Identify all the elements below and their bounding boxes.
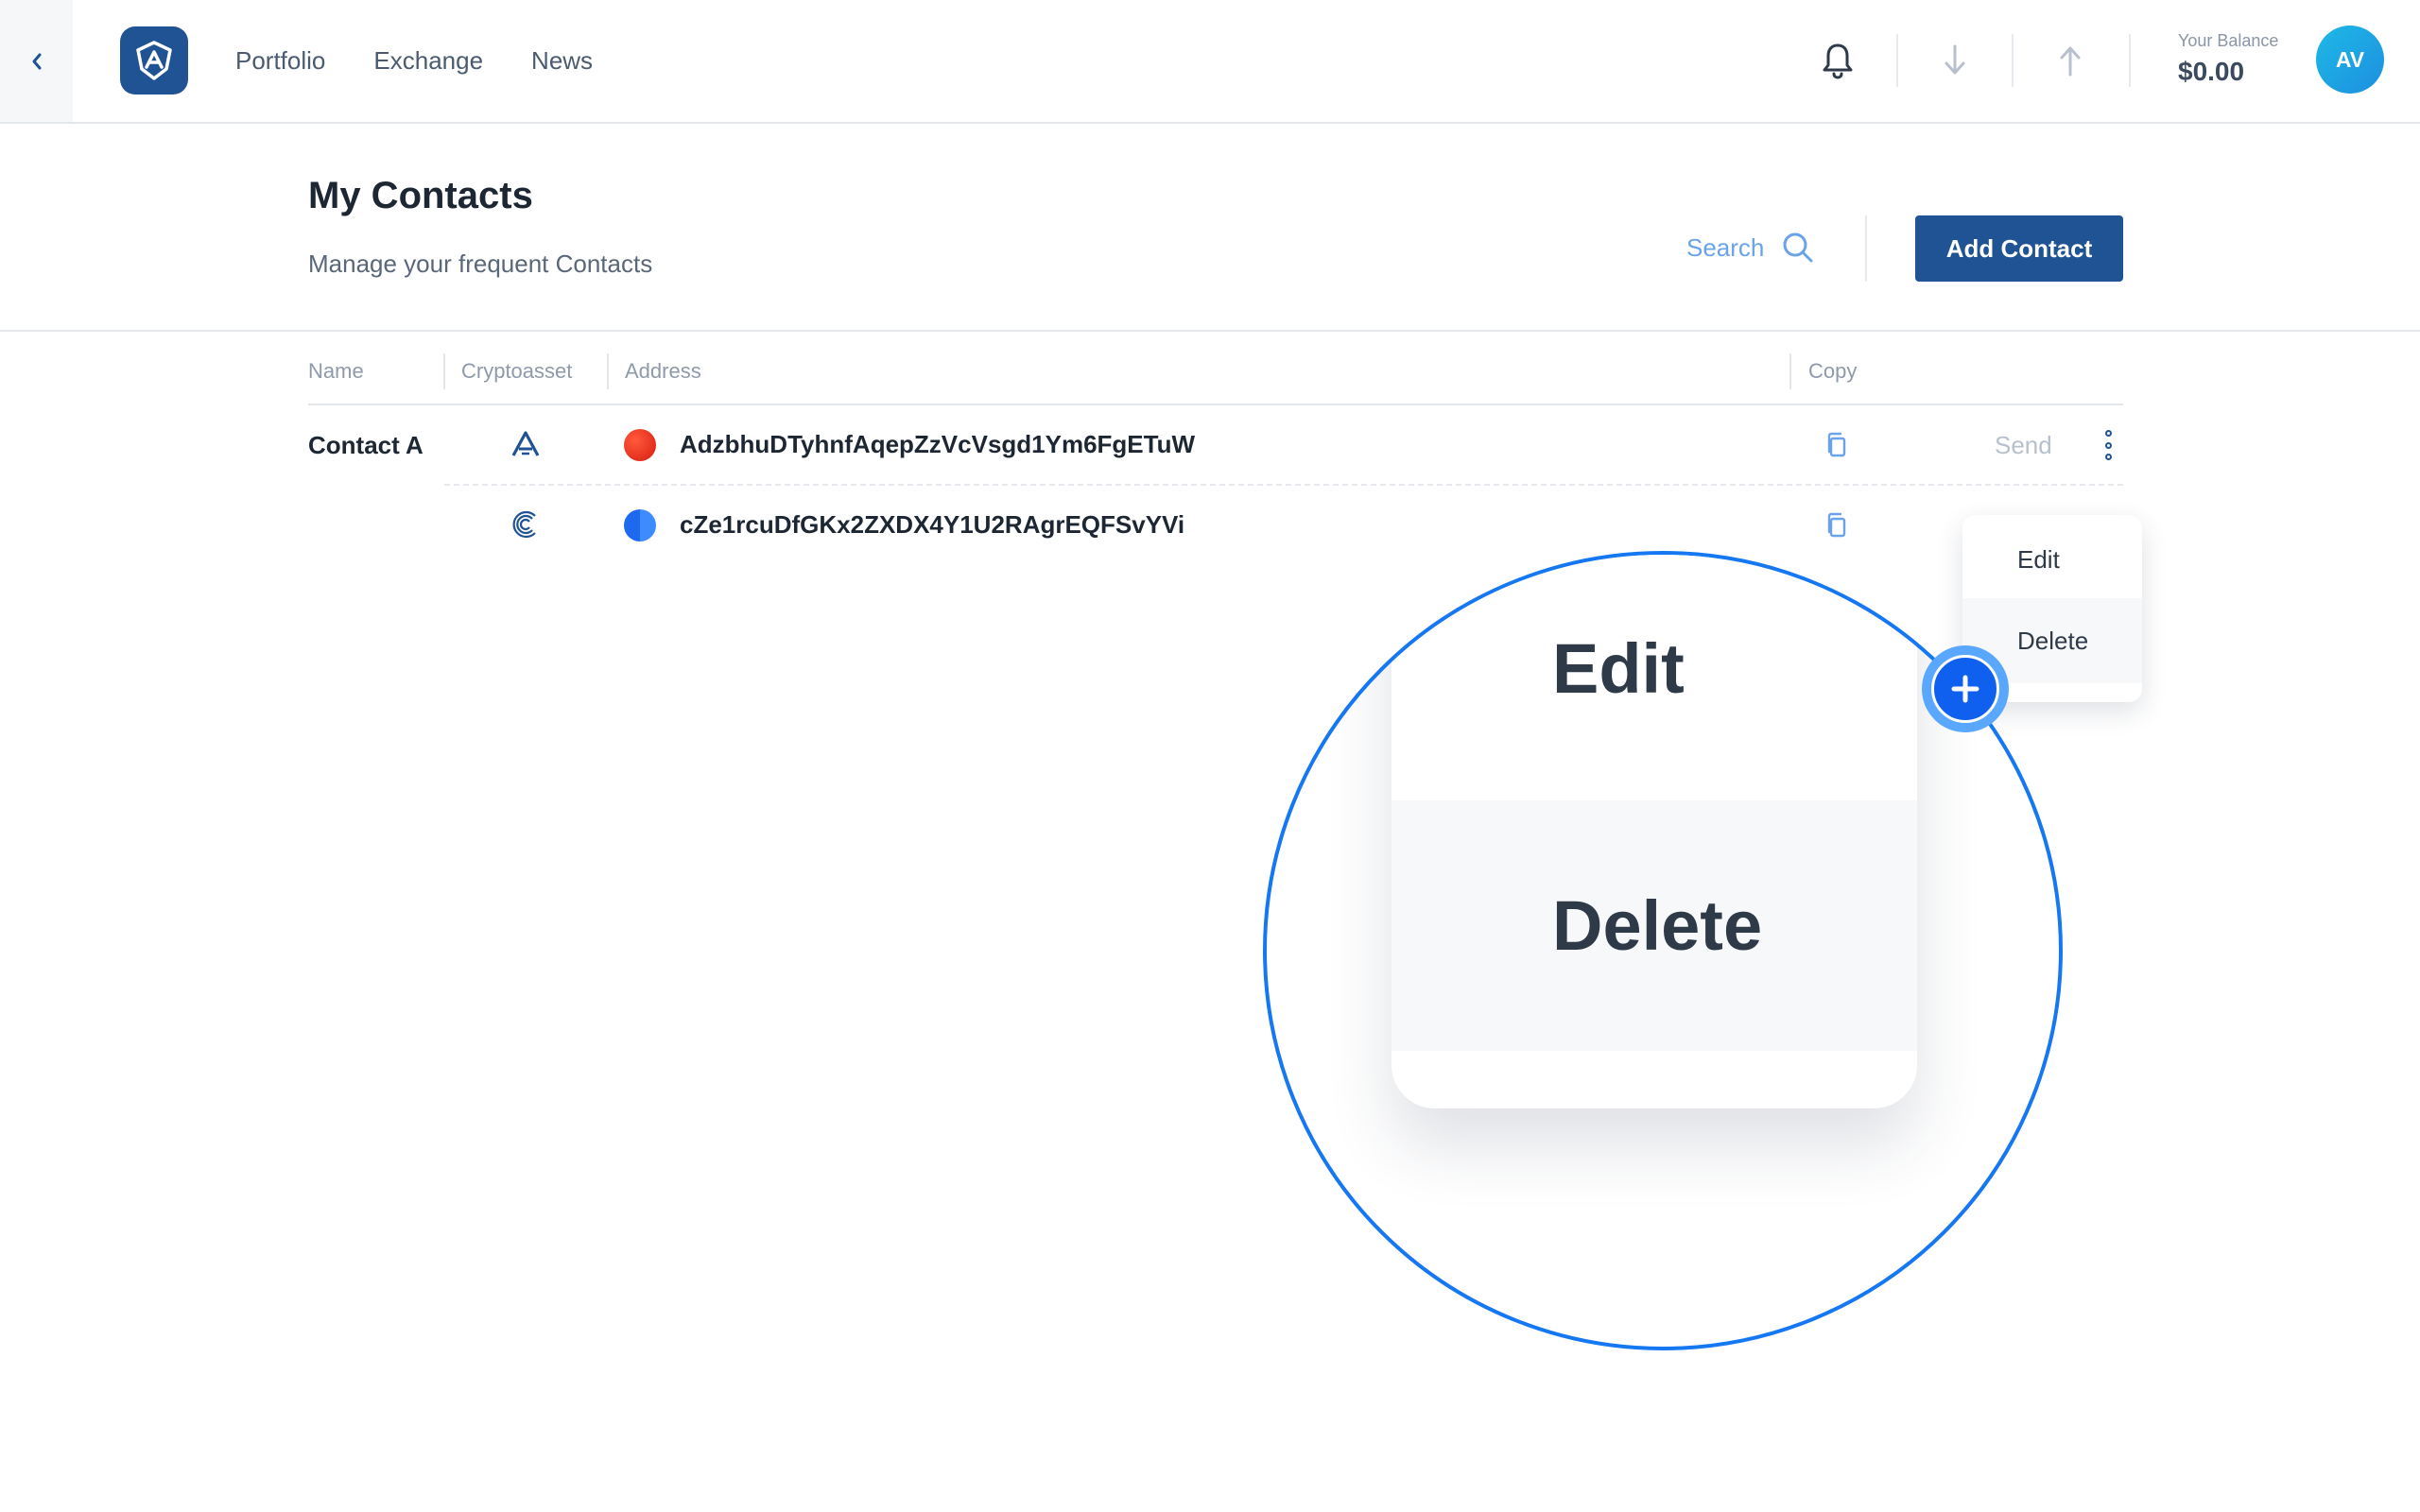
zoom-badge [1922, 645, 2009, 732]
coin-indicator [624, 509, 656, 541]
table-header-divider [308, 404, 2123, 405]
nav-news[interactable]: News [531, 46, 593, 76]
main-nav: Portfolio Exchange News [235, 0, 593, 122]
column-header-cryptoasset: Cryptoasset [461, 359, 573, 383]
column-divider [607, 353, 609, 389]
column-header-address: Address [625, 359, 701, 383]
copy-icon[interactable] [1822, 430, 1852, 460]
arrow-up-icon [2060, 46, 2081, 77]
dot [2104, 454, 2112, 460]
zoomed-menu-item-edit: Edit [1552, 628, 1685, 708]
nav-portfolio[interactable]: Portfolio [235, 46, 325, 76]
app-logo[interactable] [120, 26, 188, 94]
menu-item-edit[interactable]: Edit [1962, 515, 2142, 598]
divider [1865, 215, 1867, 282]
balance-label: Your Balance [2178, 31, 2279, 50]
coin-indicator [624, 429, 656, 461]
search-label: Search [1686, 232, 1765, 262]
receive-button[interactable] [1936, 40, 1974, 81]
divider [1896, 34, 1898, 87]
shield-logo-icon [136, 41, 172, 80]
chevron-left-icon [32, 53, 41, 69]
avatar[interactable]: AV [2316, 26, 2384, 94]
top-bar: Portfolio Exchange News Your Balance $0.… [0, 0, 2420, 124]
ark-icon [511, 431, 540, 456]
divider [0, 330, 2420, 332]
contact-address: AdzbhuDTyhnfAqepZzVcVsgd1Ym6FgETuW [680, 430, 1196, 458]
divider [2012, 34, 2014, 87]
copy-icon[interactable] [1822, 510, 1852, 541]
search-button[interactable]: Search [1686, 227, 1815, 268]
more-options-button[interactable] [2095, 426, 2121, 464]
column-header-name: Name [308, 359, 364, 383]
row-divider [444, 484, 2123, 486]
dot [2104, 430, 2112, 437]
page-title: My Contacts [308, 175, 533, 216]
dot [2104, 441, 2112, 449]
zoomed-menu-item-delete: Delete [1392, 800, 1917, 1051]
column-divider [443, 353, 445, 389]
column-divider [1789, 353, 1791, 389]
column-header-copy: Copy [1808, 359, 1858, 383]
bell-icon[interactable] [1819, 40, 1857, 81]
nav-exchange[interactable]: Exchange [373, 46, 483, 76]
contact-address: cZe1rcuDfGKx2ZXDX4Y1U2RAgrEQFSvYVi [680, 510, 1185, 539]
balance-value: $0.00 [2178, 57, 2245, 86]
arrow-down-icon [1945, 44, 1965, 75]
contact-name: Contact A [308, 431, 424, 459]
c-coin-icon [512, 510, 536, 539]
zoomed-menu: Edit Delete [1392, 555, 1917, 1108]
add-contact-button[interactable]: Add Contact [1915, 215, 2123, 282]
send-button[interactable]: Send [1995, 431, 2052, 460]
search-icon [1783, 232, 1813, 263]
plus-icon [1931, 655, 1999, 723]
back-button[interactable] [0, 0, 73, 122]
page-subtitle: Manage your frequent Contacts [308, 249, 653, 278]
send-button-top[interactable] [2051, 40, 2089, 81]
divider [2129, 34, 2131, 87]
